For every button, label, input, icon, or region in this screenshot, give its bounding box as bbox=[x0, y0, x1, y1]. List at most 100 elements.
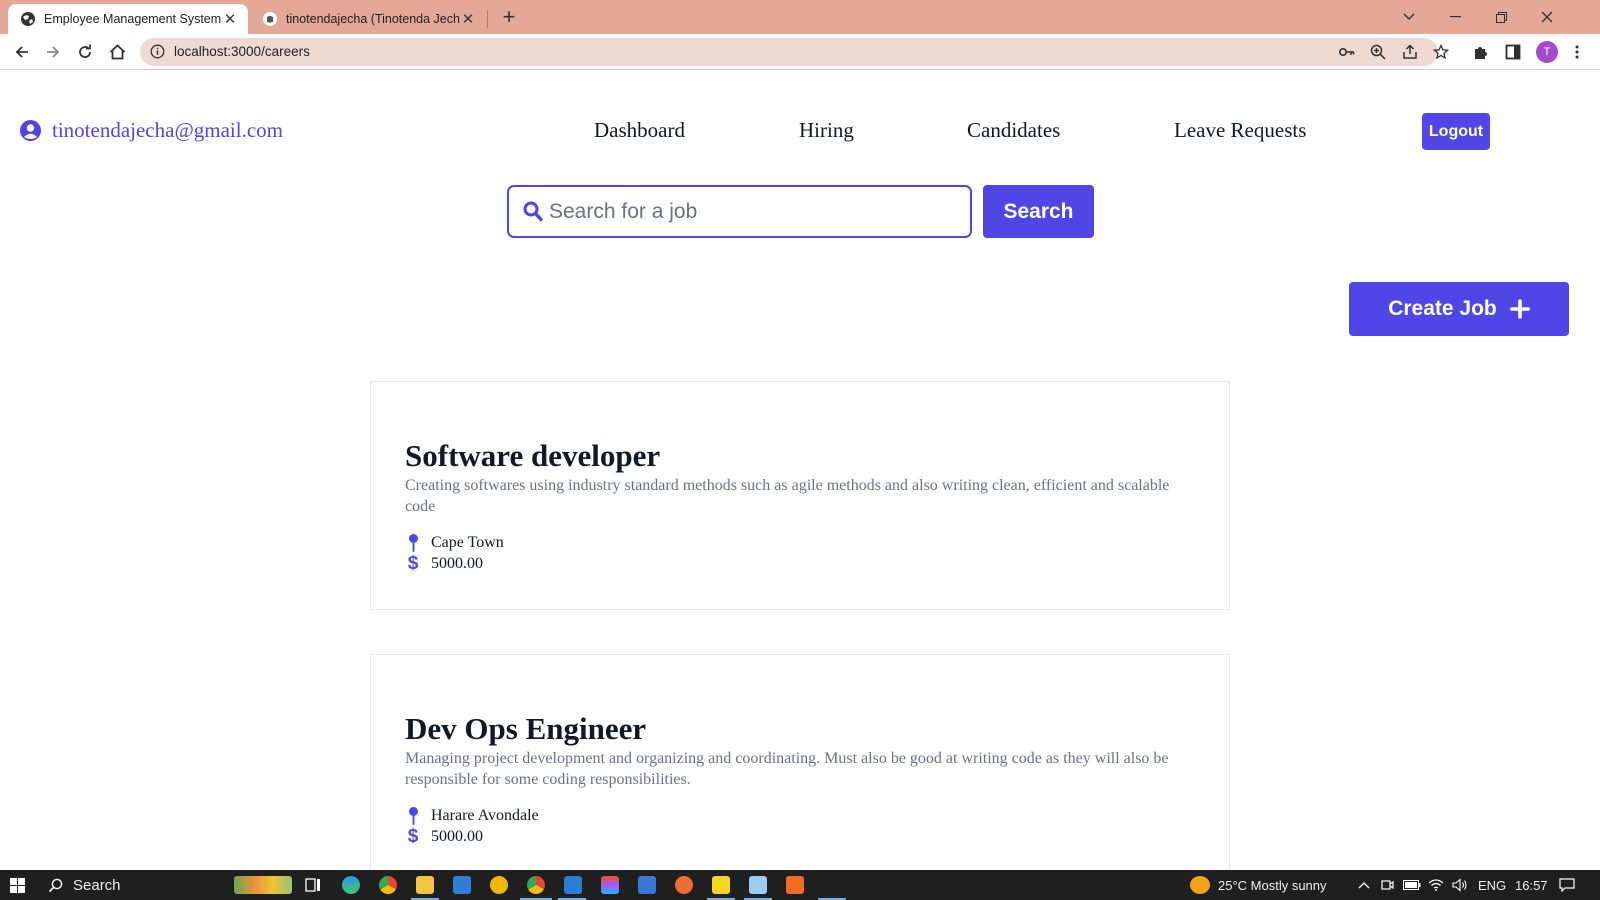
forward-button[interactable] bbox=[41, 40, 65, 64]
close-icon bbox=[1541, 11, 1553, 23]
figma-icon[interactable] bbox=[601, 876, 619, 894]
notifications-icon[interactable] bbox=[1559, 870, 1575, 900]
side-panel-button[interactable] bbox=[1501, 40, 1525, 64]
wifi-icon[interactable] bbox=[1428, 870, 1444, 900]
weather-text: 25°C Mostly sunny bbox=[1218, 877, 1327, 893]
job-title: Dev Ops Engineer bbox=[405, 711, 647, 746]
nav-leave-requests[interactable]: Leave Requests bbox=[1174, 118, 1306, 143]
dollar-icon: $ bbox=[407, 553, 419, 574]
job-search-field[interactable] bbox=[507, 185, 972, 238]
globe-icon bbox=[21, 12, 35, 26]
job-salary: $ 5000.00 bbox=[405, 826, 483, 847]
careers-page: tinotendajecha@gmail.com Dashboard Hirin… bbox=[0, 71, 1600, 870]
chevron-down-icon bbox=[1403, 13, 1415, 20]
zoom-icon[interactable] bbox=[1369, 43, 1387, 61]
job-location-text: Cape Town bbox=[431, 534, 504, 551]
reload-button[interactable] bbox=[73, 40, 97, 64]
job-location: Harare Avondale bbox=[405, 807, 539, 825]
job-location-text: Harare Avondale bbox=[431, 807, 539, 824]
logout-button[interactable]: Logout bbox=[1422, 113, 1490, 150]
postman-icon[interactable] bbox=[675, 876, 693, 894]
job-description: Managing project development and organiz… bbox=[405, 750, 1169, 788]
reload-icon bbox=[79, 44, 91, 58]
sticky-notes-icon[interactable] bbox=[712, 876, 730, 894]
dollar-icon: $ bbox=[407, 826, 419, 847]
job-salary-text: 5000.00 bbox=[431, 828, 483, 845]
new-tab-button[interactable]: + bbox=[498, 6, 520, 29]
restore-icon bbox=[1495, 11, 1507, 23]
chevron-up-icon[interactable] bbox=[1358, 870, 1370, 900]
close-tab-icon[interactable]: ✕ bbox=[222, 11, 238, 28]
vscode-icon[interactable] bbox=[564, 876, 582, 894]
search-icon bbox=[48, 878, 63, 892]
job-location: Cape Town bbox=[405, 534, 504, 552]
mail-icon[interactable] bbox=[453, 876, 471, 894]
puzzle-icon bbox=[1475, 47, 1487, 59]
address-bar[interactable]: localhost:3000/careers bbox=[140, 38, 1449, 66]
edge-icon[interactable] bbox=[342, 876, 360, 894]
browser-menu-button[interactable] bbox=[1568, 40, 1586, 64]
weather-widget[interactable]: 25°C Mostly sunny bbox=[1190, 870, 1327, 900]
job-card[interactable]: Software developer Creating softwares us… bbox=[370, 381, 1230, 610]
home-button[interactable] bbox=[105, 40, 129, 64]
close-window-button[interactable] bbox=[1524, 0, 1570, 34]
nav-dashboard[interactable]: Dashboard bbox=[594, 118, 685, 143]
xampp-icon[interactable] bbox=[786, 876, 804, 894]
tab-employee-management-system[interactable]: Employee Management System ✕ bbox=[8, 4, 248, 34]
info-icon[interactable] bbox=[150, 44, 165, 59]
windows-start-icon[interactable] bbox=[10, 878, 25, 893]
store-icon[interactable] bbox=[638, 876, 656, 894]
github-icon bbox=[263, 12, 277, 26]
clock[interactable]: 16:57 bbox=[1515, 870, 1548, 900]
create-job-label: Create Job bbox=[1388, 297, 1497, 320]
battery-icon[interactable] bbox=[1403, 870, 1421, 900]
nav-hiring[interactable]: Hiring bbox=[799, 118, 854, 143]
extensions-button[interactable] bbox=[1469, 40, 1493, 64]
meet-icon[interactable] bbox=[1380, 870, 1394, 900]
map-pin-icon bbox=[408, 807, 418, 825]
home-icon bbox=[109, 44, 125, 60]
browser-toolbar: localhost:3000/careers T bbox=[0, 34, 1600, 70]
search-button[interactable]: Search bbox=[983, 185, 1094, 238]
job-salary-text: 5000.00 bbox=[431, 555, 483, 572]
map-pin-icon bbox=[408, 534, 418, 552]
chrome-active-icon[interactable] bbox=[527, 876, 545, 894]
app-icon-yellow[interactable] bbox=[490, 876, 508, 894]
create-job-button[interactable]: Create Job bbox=[1349, 282, 1569, 336]
minimize-icon bbox=[1449, 16, 1461, 18]
job-card[interactable]: Dev Ops Engineer Managing project develo… bbox=[370, 654, 1230, 870]
taskbar-search[interactable]: Search bbox=[48, 870, 121, 900]
arrow-right-icon bbox=[47, 46, 60, 58]
tab-github-profile[interactable]: tinotendajecha (Tinotenda Jecha) ✕ bbox=[250, 4, 486, 34]
search-icon bbox=[523, 201, 543, 222]
job-search-input[interactable] bbox=[549, 195, 949, 229]
close-tab-icon[interactable]: ✕ bbox=[460, 11, 476, 28]
password-key-icon[interactable] bbox=[1338, 43, 1356, 61]
nav-candidates[interactable]: Candidates bbox=[967, 118, 1060, 143]
restore-button[interactable] bbox=[1478, 0, 1524, 34]
job-salary: $ 5000.00 bbox=[405, 553, 483, 574]
chrome-icon[interactable] bbox=[379, 876, 397, 894]
bookmark-star-icon[interactable] bbox=[1432, 43, 1450, 61]
sun-icon bbox=[1190, 876, 1210, 894]
task-view-icon[interactable] bbox=[304, 876, 322, 894]
share-icon[interactable] bbox=[1401, 43, 1419, 61]
tab-title: Employee Management System bbox=[44, 12, 222, 26]
language-indicator[interactable]: ENG bbox=[1478, 870, 1506, 900]
user-email: tinotendajecha@gmail.com bbox=[52, 118, 284, 142]
minimize-button[interactable] bbox=[1432, 0, 1478, 34]
tab-search-button[interactable] bbox=[1386, 0, 1432, 34]
arrow-left-icon bbox=[15, 46, 28, 58]
job-title: Software developer bbox=[405, 438, 661, 473]
file-explorer-icon[interactable] bbox=[416, 876, 434, 894]
volume-icon[interactable] bbox=[1452, 870, 1468, 900]
profile-avatar[interactable]: T bbox=[1536, 41, 1558, 63]
job-description: Creating softwares using industry standa… bbox=[405, 477, 1170, 515]
tab-title: tinotendajecha (Tinotenda Jecha) bbox=[286, 12, 460, 26]
browser-tab-strip: Employee Management System ✕ tinotendaje… bbox=[0, 0, 1600, 34]
search-highlight-image bbox=[234, 876, 292, 894]
url-text: localhost:3000/careers bbox=[174, 44, 310, 59]
plus-icon bbox=[1509, 299, 1530, 319]
back-button[interactable] bbox=[10, 40, 34, 64]
notepad-icon[interactable] bbox=[749, 876, 767, 894]
